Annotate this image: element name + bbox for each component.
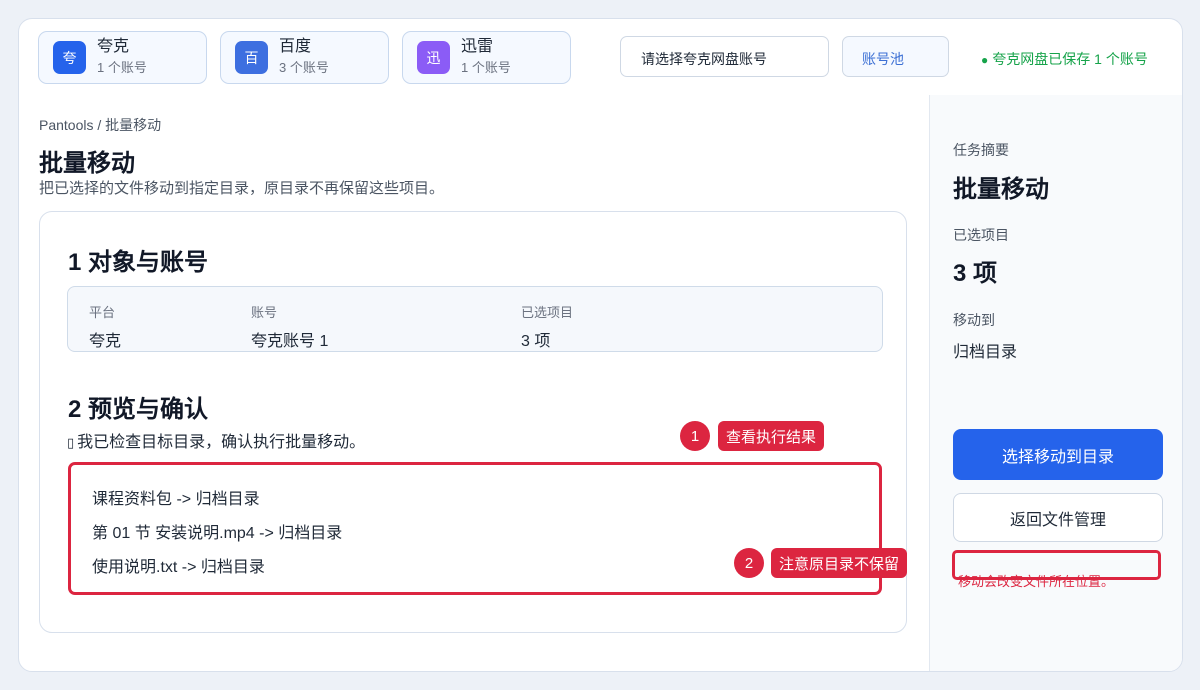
move-to-value: 归档目录 [953,344,1018,361]
info-box: 平台 夸克 账号 夸克账号 1 已选项目 3 项 [67,286,883,352]
platform-account-count: 1 个账号 [461,60,511,75]
list-item: 课程资料包 -> 归档目录 [92,491,260,508]
account-pool-button[interactable]: 账号池 [842,36,949,77]
baidu-icon: 百 [235,41,268,74]
main-content: Pantools / 批量移动 批量移动 把已选择的文件移动到指定目录，原目录不… [19,95,929,671]
list-item: 第 01 节 安装说明.mp4 -> 归档目录 [92,525,343,542]
summary-sidebar: 任务摘要 批量移动 已选项目 3 项 移动到 归档目录 选择移动到目录 返回文件… [929,95,1182,671]
info-value: 3 项 [521,333,551,350]
info-value: 夸克账号 1 [251,333,329,350]
selected-count: 3 项 [953,260,998,287]
annotation-label-1: 查看执行结果 [718,421,825,451]
platform-tab-baidu[interactable]: 百 百度 3 个账号 [220,31,389,84]
list-item: 使用说明.txt -> 归档目录 [92,559,265,576]
info-label: 账号 [251,305,278,320]
platform-account-count: 3 个账号 [279,60,329,75]
choose-target-folder-button[interactable]: 选择移动到目录 [953,429,1163,480]
platform-name: 迅雷 [461,38,494,55]
warning-highlight-box [952,550,1161,580]
platform-name: 百度 [279,38,312,55]
summary-label: 任务摘要 [953,142,1009,158]
info-label: 已选项目 [521,305,574,320]
info-platform: 平台 夸克 [89,302,121,351]
platform-name: 夸克 [97,38,130,55]
preview-list: 课程资料包 -> 归档目录 第 01 节 安装说明.mp4 -> 归档目录 使用… [68,462,882,595]
platform-tab-quark[interactable]: 夸 夸克 1 个账号 [38,31,207,84]
platform-account-count: 1 个账号 [97,60,147,75]
platform-tab-text: 百度 3 个账号 [279,38,329,77]
annotation-marker-1: 1 [680,421,710,451]
platform-tab-xunlei[interactable]: 迅 迅雷 1 个账号 [402,31,571,84]
task-title: 批量移动 [953,176,1049,203]
quark-icon: 夸 [53,41,86,74]
page-description: 把已选择的文件移动到指定目录，原目录不再保留这些项目。 [39,180,445,197]
status-dot-icon: ● [981,53,989,67]
selected-label: 已选项目 [953,227,1009,243]
info-account: 账号 夸克账号 1 [251,302,328,351]
confirm-checkbox-row[interactable]: ▯ 我已检查目标目录，确认执行批量移动。 [67,428,365,452]
breadcrumb: Pantools / 批量移动 [39,117,162,133]
annotation-label-2: 注意原目录不保留 [771,548,908,578]
page-title: 批量移动 [39,150,135,177]
move-to-label: 移动到 [953,312,995,328]
section-object-account-title: 1 对象与账号 [68,249,209,276]
info-value: 夸克 [89,333,122,350]
account-select[interactable]: 请选择夸克网盘账号 [620,36,829,77]
info-selected: 已选项目 3 项 [521,302,573,351]
saved-status: ● 夸克网盘已保存 1 个账号 [981,49,1148,69]
section-preview-confirm-title: 2 预览与确认 [68,396,209,423]
top-bar: 夸 夸克 1 个账号 百 百度 3 个账号 迅 迅雷 1 个账号 请选择夸克网盘… [19,19,1182,95]
annotation-marker-2: 2 [734,548,764,578]
back-to-file-manager-button[interactable]: 返回文件管理 [953,493,1163,542]
saved-status-text: 夸克网盘已保存 1 个账号 [992,51,1148,67]
platform-tab-text: 夸克 1 个账号 [97,38,147,77]
xunlei-icon: 迅 [417,41,450,74]
checkbox-icon[interactable]: ▯ [67,436,74,451]
confirm-text: 我已检查目标目录，确认执行批量移动。 [77,434,366,451]
info-label: 平台 [89,305,116,320]
platform-tab-text: 迅雷 1 个账号 [461,38,511,77]
